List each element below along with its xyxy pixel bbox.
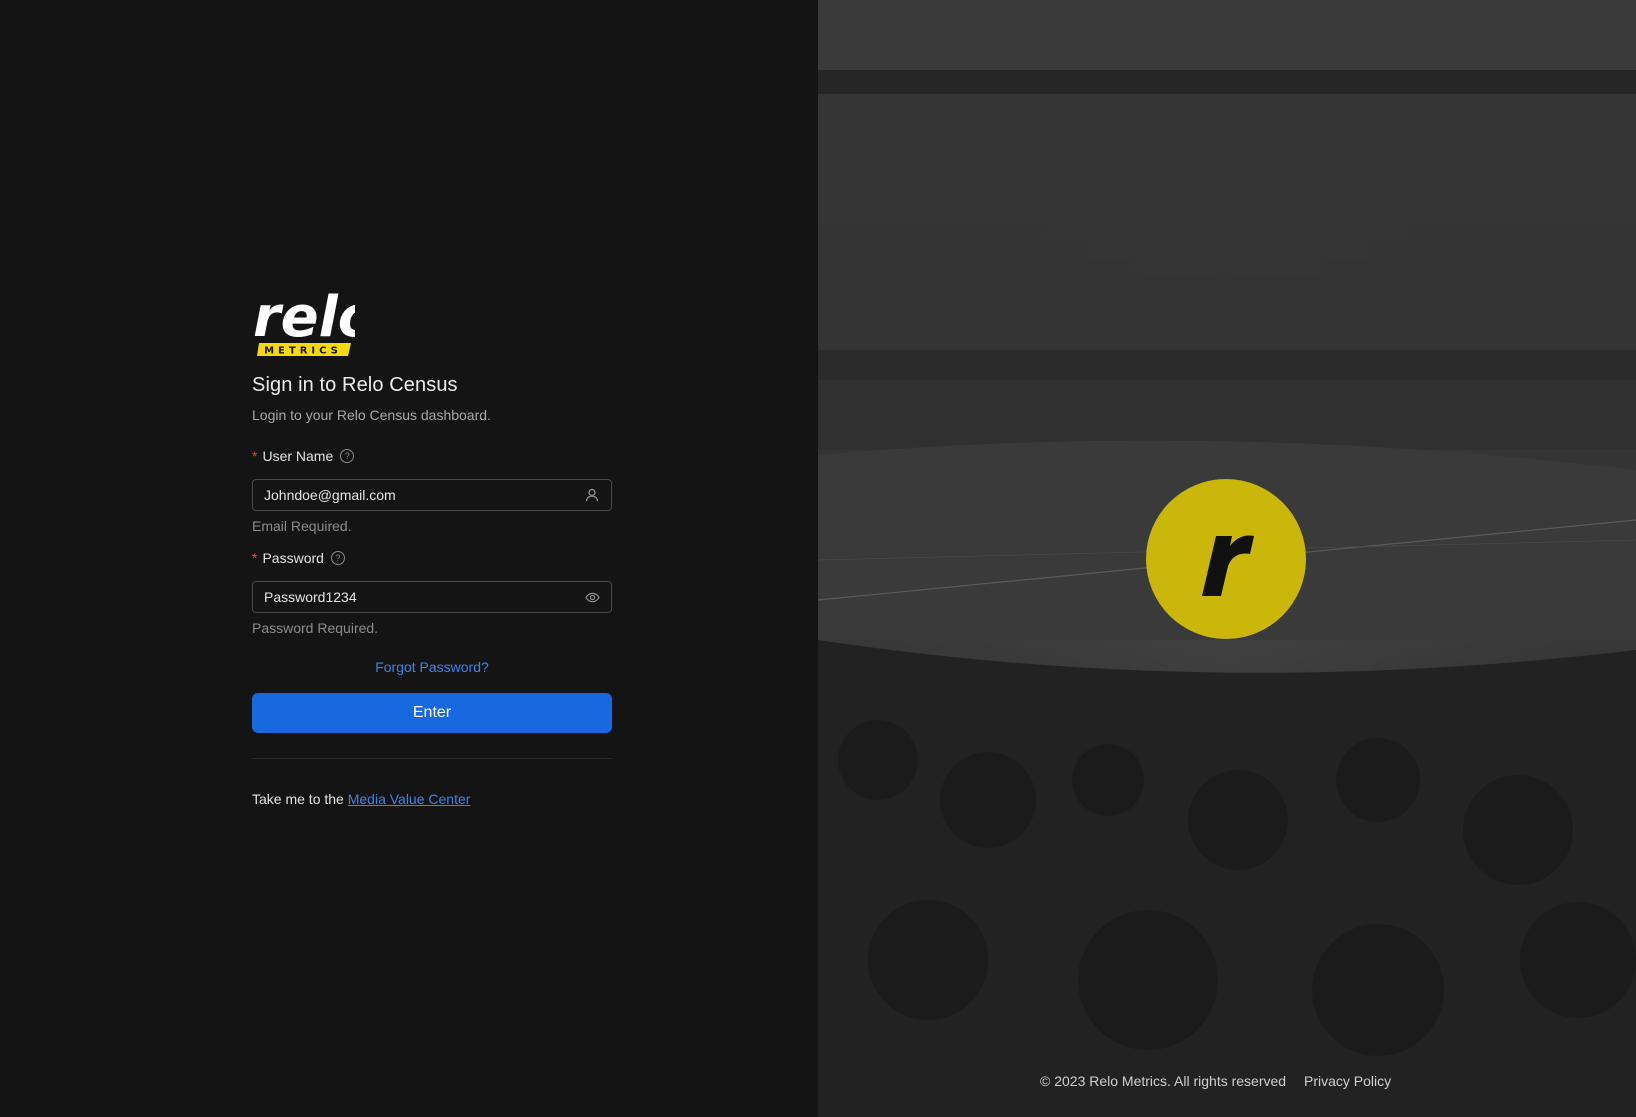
eye-icon[interactable] <box>584 589 600 605</box>
login-form: relo METRICS Sign in to Relo Census Logi… <box>252 282 612 807</box>
page-subtitle: Login to your Relo Census dashboard. <box>252 407 491 423</box>
privacy-policy-link[interactable]: Privacy Policy <box>1304 1073 1391 1089</box>
password-input[interactable] <box>264 589 584 605</box>
password-help-text: Password Required. <box>252 620 379 636</box>
username-field[interactable] <box>252 479 612 511</box>
svg-text:relo: relo <box>253 285 355 350</box>
required-marker: * <box>252 550 258 566</box>
user-icon <box>584 487 600 503</box>
media-value-center-link[interactable]: Media Value Center <box>348 791 471 807</box>
username-label-text: User Name <box>262 448 334 464</box>
username-help-text: Email Required. <box>252 518 352 534</box>
password-field[interactable] <box>252 581 612 613</box>
footer: © 2023 Relo Metrics. All rights reserved… <box>1040 1073 1391 1089</box>
password-label-text: Password <box>262 550 324 566</box>
page-title: Sign in to Relo Census <box>252 374 458 396</box>
help-icon[interactable]: ? <box>330 551 345 565</box>
copyright-text: © 2023 Relo Metrics. All rights reserved <box>1040 1073 1287 1089</box>
divider <box>252 758 612 759</box>
relo-r-icon <box>1202 535 1254 596</box>
username-label: * User Name ? <box>252 448 612 464</box>
svg-text:METRICS: METRICS <box>264 346 342 357</box>
help-icon[interactable]: ? <box>340 449 355 463</box>
password-label: * Password ? <box>252 550 612 566</box>
forgot-password-link[interactable]: Forgot Password? <box>252 659 612 675</box>
username-input[interactable] <box>264 487 584 503</box>
media-value-line: Take me to the Media Value Center <box>252 791 612 807</box>
stadium-hero: © 2023 Relo Metrics. All rights reserved… <box>818 0 1636 1117</box>
enter-button[interactable]: Enter <box>252 693 612 733</box>
relo-metrics-logo: relo METRICS <box>253 285 355 357</box>
media-value-prefix: Take me to the <box>252 791 344 807</box>
relo-badge <box>1146 479 1306 639</box>
required-marker: * <box>252 448 258 464</box>
login-panel: relo METRICS Sign in to Relo Census Logi… <box>0 0 818 1117</box>
